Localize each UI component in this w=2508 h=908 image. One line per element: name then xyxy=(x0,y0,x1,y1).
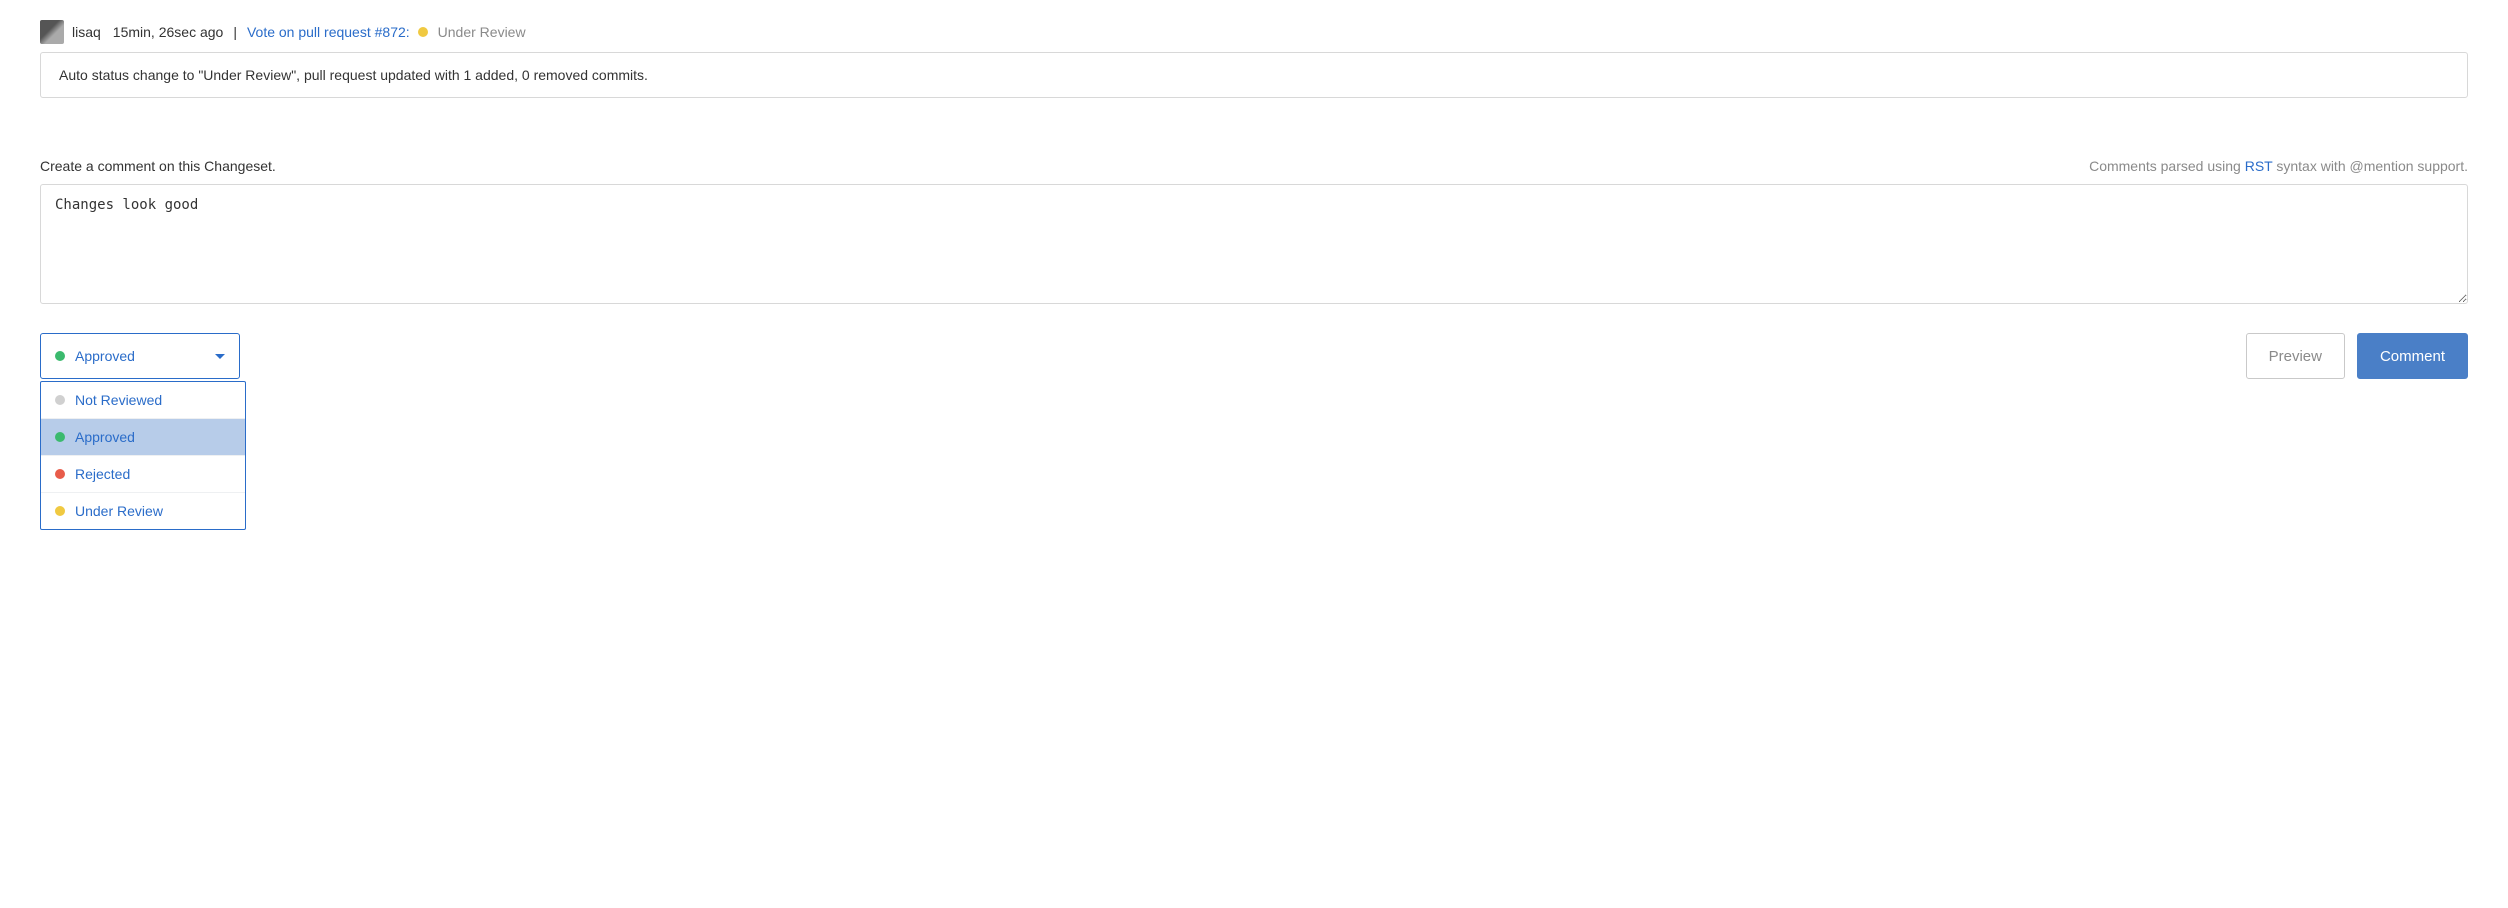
action-row: Approved Not ReviewedApprovedRejectedUnd… xyxy=(40,333,2468,379)
hint-suffix: syntax with @mention support. xyxy=(2272,158,2468,174)
dropdown-option[interactable]: Under Review xyxy=(41,493,245,529)
green-dot-icon xyxy=(55,432,65,442)
status-label: Under Review xyxy=(438,24,526,40)
dropdown-option-label: Rejected xyxy=(75,466,130,482)
dropdown-option-label: Not Reviewed xyxy=(75,392,162,408)
rst-link[interactable]: RST xyxy=(2245,158,2273,174)
dropdown-option[interactable]: Not Reviewed xyxy=(41,382,245,419)
chevron-down-icon xyxy=(215,354,225,359)
status-dropdown[interactable]: Approved Not ReviewedApprovedRejectedUnd… xyxy=(40,333,240,379)
comment-header-title: Create a comment on this Changeset. xyxy=(40,158,276,174)
preview-button[interactable]: Preview xyxy=(2246,333,2345,379)
activity-message: Auto status change to "Under Review", pu… xyxy=(40,52,2468,98)
activity-row: lisaq 15min, 26sec ago | Vote on pull re… xyxy=(40,20,2468,44)
username: lisaq xyxy=(72,24,101,40)
hint-prefix: Comments parsed using xyxy=(2089,158,2245,174)
separator: | xyxy=(233,24,237,40)
vote-link[interactable]: Vote on pull request #872: xyxy=(247,24,410,40)
status-dropdown-button[interactable]: Approved xyxy=(40,333,240,379)
comment-input[interactable] xyxy=(40,184,2468,304)
check-dot-icon xyxy=(55,351,65,361)
dropdown-option[interactable]: Rejected xyxy=(41,456,245,493)
timestamp: 15min, 26sec ago xyxy=(113,24,224,40)
comment-button[interactable]: Comment xyxy=(2357,333,2468,379)
dropdown-option-label: Approved xyxy=(75,429,135,445)
yellow-dot-icon xyxy=(55,506,65,516)
dropdown-option[interactable]: Approved xyxy=(41,419,245,456)
comment-header: Create a comment on this Changeset. Comm… xyxy=(40,158,2468,174)
button-group: Preview Comment xyxy=(2246,333,2468,379)
status-dropdown-menu: Not Reviewed Approved Rejected Under Review xyxy=(40,381,246,530)
grey-dot-icon xyxy=(55,395,65,405)
comment-header-hint: Comments parsed using RST syntax with @m… xyxy=(2089,158,2468,174)
status-dot-icon xyxy=(418,27,428,37)
dropdown-option-label: Under Review xyxy=(75,503,163,519)
dropdown-selected-label: Approved xyxy=(75,348,135,364)
red-dot-icon xyxy=(55,469,65,479)
avatar xyxy=(40,20,64,44)
